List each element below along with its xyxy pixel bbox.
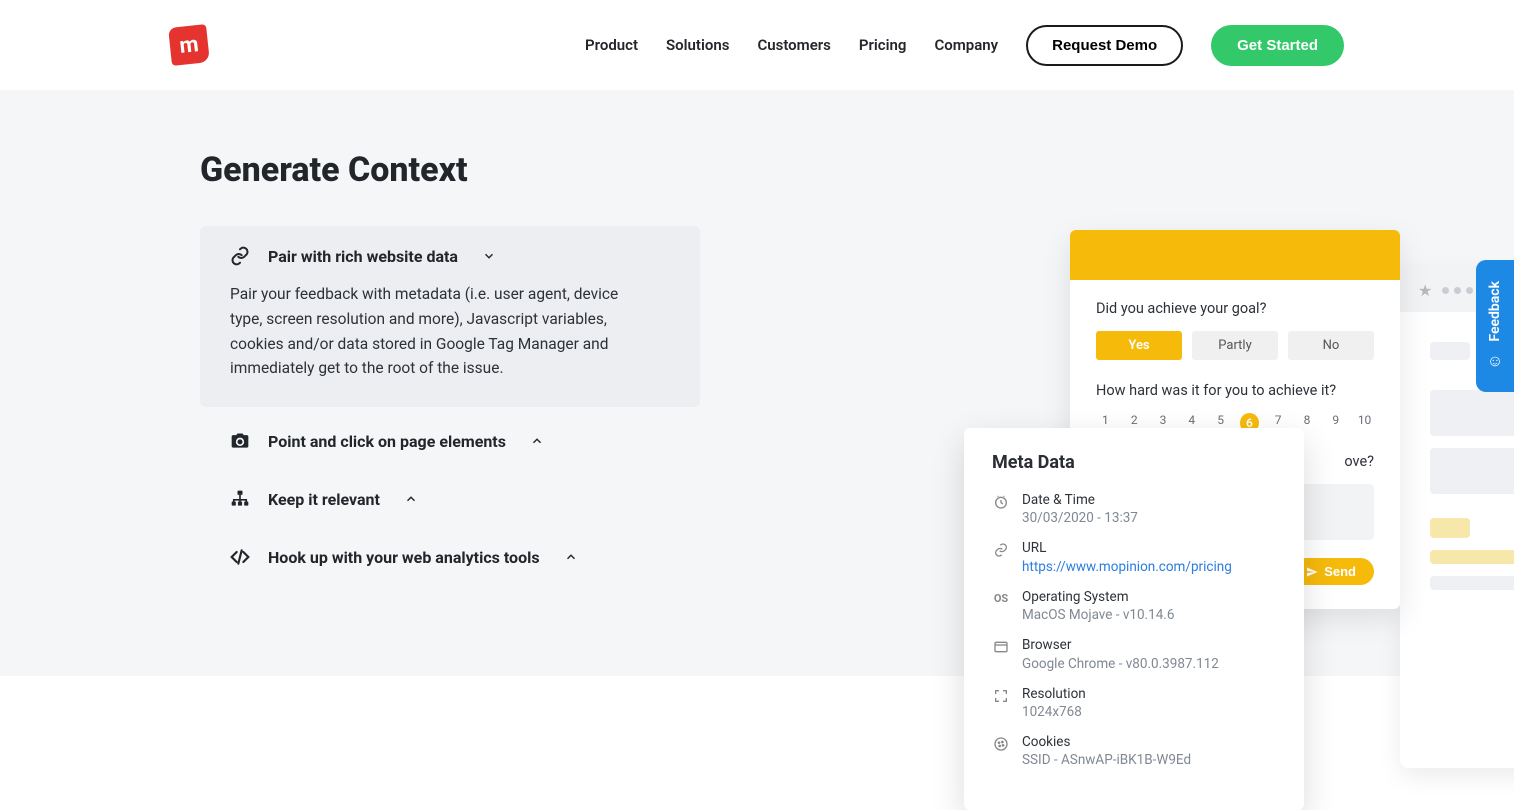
accordion-toggle[interactable]: Point and click on page elements <box>230 431 670 451</box>
scale-9[interactable]: 9 <box>1326 413 1345 433</box>
meta-value-link[interactable]: https://www.mopinion.com/pricing <box>1022 558 1232 576</box>
meta-row-url: URL https://www.mopinion.com/pricing <box>992 539 1276 575</box>
meta-value: Google Chrome - v80.0.3987.112 <box>1022 655 1219 673</box>
survey-question-2: How hard was it for you to achieve it? <box>1096 382 1374 399</box>
accordion-item-analytics: Hook up with your web analytics tools <box>200 533 700 581</box>
survey-header-bar <box>1070 230 1400 280</box>
nav-company[interactable]: Company <box>934 36 998 54</box>
survey-option-partly[interactable]: Partly <box>1192 331 1278 360</box>
browser-icon <box>992 638 1010 656</box>
page-title: Generate Context <box>200 150 1514 190</box>
send-label: Send <box>1324 564 1356 579</box>
survey-option-yes[interactable]: Yes <box>1096 331 1182 360</box>
meta-label: Resolution <box>1022 685 1086 703</box>
meta-label: Browser <box>1022 636 1219 654</box>
meta-title: Meta Data <box>992 452 1276 473</box>
smiley-icon: ☺ <box>1487 351 1503 371</box>
cookie-icon <box>992 735 1010 753</box>
meta-data-card: Meta Data Date & Time 30/03/2020 - 13:37… <box>964 428 1304 810</box>
get-started-button[interactable]: Get Started <box>1211 25 1344 66</box>
code-icon <box>230 547 250 567</box>
survey-question-1: Did you achieve your goal? <box>1096 300 1374 317</box>
meta-row-browser: Browser Google Chrome - v80.0.3987.112 <box>992 636 1276 672</box>
scale-10[interactable]: 10 <box>1355 413 1374 433</box>
request-demo-button[interactable]: Request Demo <box>1026 25 1183 66</box>
site-header: m Product Solutions Customers Pricing Co… <box>0 0 1514 90</box>
os-icon: OS <box>992 590 1010 608</box>
survey-send-button[interactable]: Send <box>1292 558 1374 585</box>
feedback-label: Feedback <box>1487 281 1503 342</box>
star-icon: ★ <box>1418 281 1432 300</box>
nav-product[interactable]: Product <box>585 36 638 54</box>
nav-solutions[interactable]: Solutions <box>666 36 729 54</box>
survey-options: Yes Partly No <box>1096 331 1374 360</box>
clock-icon <box>992 493 1010 511</box>
more-dots-icon <box>1442 287 1473 294</box>
meta-value: 30/03/2020 - 13:37 <box>1022 509 1138 527</box>
meta-row-datetime: Date & Time 30/03/2020 - 13:37 <box>992 491 1276 527</box>
camera-icon <box>230 431 250 451</box>
accordion-title: Keep it relevant <box>268 490 380 509</box>
meta-row-resolution: Resolution 1024x768 <box>992 685 1276 721</box>
meta-row-os: OS Operating System MacOS Mojave - v10.1… <box>992 588 1276 624</box>
logo[interactable]: m <box>168 24 210 66</box>
accordion-toggle[interactable]: Keep it relevant <box>230 489 670 509</box>
meta-label: URL <box>1022 539 1232 557</box>
chevron-up-icon <box>404 492 418 506</box>
accordion-title: Hook up with your web analytics tools <box>268 548 540 567</box>
accordion-toggle[interactable]: Hook up with your web analytics tools <box>230 547 670 567</box>
link-icon <box>992 541 1010 559</box>
chevron-up-icon <box>564 550 578 564</box>
meta-label: Date & Time <box>1022 491 1138 509</box>
main-section: Generate Context Pair with rich website … <box>0 90 1514 676</box>
nav-customers[interactable]: Customers <box>757 36 830 54</box>
chevron-down-icon <box>482 249 496 263</box>
meta-label: Cookies <box>1022 733 1191 751</box>
accordion-item-pair-data: Pair with rich website data Pair your fe… <box>200 226 700 407</box>
send-icon <box>1306 566 1318 578</box>
accordion: Pair with rich website data Pair your fe… <box>200 226 700 581</box>
accordion-title: Point and click on page elements <box>268 432 506 451</box>
meta-value: MacOS Mojave - v10.14.6 <box>1022 606 1174 624</box>
meta-row-cookies: Cookies SSID - ASnwAP-iBK1B-W9Ed <box>992 733 1276 769</box>
chevron-up-icon <box>530 434 544 448</box>
main-nav: Product Solutions Customers Pricing Comp… <box>585 25 1344 66</box>
expand-icon <box>992 687 1010 705</box>
survey-option-no[interactable]: No <box>1288 331 1374 360</box>
accordion-item-relevant: Keep it relevant <box>200 475 700 523</box>
link-icon <box>230 246 250 266</box>
accordion-item-point-click: Point and click on page elements <box>200 417 700 465</box>
nav-pricing[interactable]: Pricing <box>859 36 907 54</box>
meta-label: Operating System <box>1022 588 1174 606</box>
logo-letter: m <box>178 32 200 59</box>
accordion-toggle[interactable]: Pair with rich website data <box>230 246 670 266</box>
meta-value: SSID - ASnwAP-iBK1B-W9Ed <box>1022 751 1191 769</box>
feedback-side-tab[interactable]: Feedback ☺ <box>1476 260 1514 392</box>
meta-value: 1024x768 <box>1022 703 1086 721</box>
accordion-title: Pair with rich website data <box>268 247 458 266</box>
accordion-body: Pair your feedback with metadata (i.e. u… <box>230 282 650 381</box>
sitemap-icon <box>230 489 250 509</box>
